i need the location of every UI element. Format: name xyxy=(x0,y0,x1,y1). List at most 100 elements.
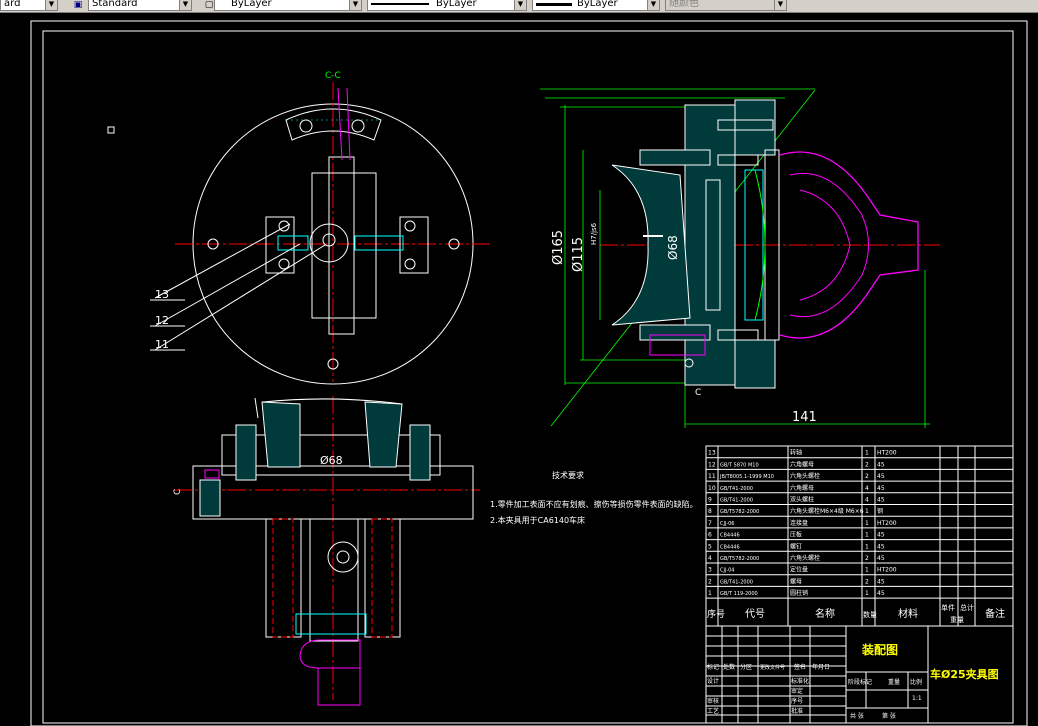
bom-cell-no: 9 xyxy=(708,497,712,504)
bom-header-total: 总计 xyxy=(960,603,974,612)
bom-cell-mat: HT200 xyxy=(877,567,897,574)
dim-165: Ø165 xyxy=(551,230,566,265)
bom-cell-code: GB/T41-2000 xyxy=(720,579,753,585)
bom-header-code: 代号 xyxy=(745,608,765,620)
bom-cell-qty: 1 xyxy=(865,508,869,515)
tb-marks: 标记 xyxy=(707,663,719,671)
tb-stage: 阶段标记 xyxy=(848,678,872,686)
bom-header-unit: 单件 xyxy=(941,603,955,612)
bom-cell-code: CB4446 xyxy=(720,533,740,539)
bom-cell-no: 13 xyxy=(708,450,716,457)
bom-cell-mat: 45 xyxy=(877,485,885,492)
bom-cell-code: GB/T 119-2000 xyxy=(720,591,758,597)
bom-cell-no: 8 xyxy=(708,508,712,515)
bom-cell-name: 压板 xyxy=(790,531,802,539)
drawing-canvas[interactable]: C-C 13 12 11 Ø68 C Ø165 Ø115 H7/js6 Ø68 … xyxy=(0,0,1038,726)
bom-cell-code: CJJ-04 xyxy=(720,568,734,574)
tb-change-doc: 更改文件号 xyxy=(760,664,785,671)
bom-cell-name: 螺钉 xyxy=(790,542,802,550)
tech-title: 技术要求 xyxy=(552,470,584,480)
title-main: 装配图 xyxy=(861,642,898,657)
bom-cell-no: 12 xyxy=(708,461,716,468)
bom-cell-code: GB/T41-2000 xyxy=(720,498,753,504)
bom-cell-no: 1 xyxy=(708,590,712,597)
tb-ratio-value: 1:1 xyxy=(912,695,922,702)
bom-cell-code: CB4446 xyxy=(720,544,740,550)
bom-cell-no: 2 xyxy=(708,578,712,585)
bom-cell-no: 3 xyxy=(708,567,712,574)
bom-cell-code: GB/T41-2000 xyxy=(720,486,753,492)
bom-cell-mat: 45 xyxy=(877,532,885,539)
dim-141: 141 xyxy=(792,410,817,425)
bom-header-name: 名称 xyxy=(815,607,835,620)
bom-cell-qty: 4 xyxy=(865,497,869,504)
tb-check: 审定 xyxy=(791,687,803,695)
tb-date: 年月日 xyxy=(812,663,830,671)
bom-cell-mat: 45 xyxy=(877,578,885,585)
bom-cell-name: 六角头螺栓 xyxy=(790,554,820,562)
bom-header-no: 序号 xyxy=(707,608,725,620)
bom-table: 13 转轴 1 HT20012 GB/T 5870 M10 六角螺母 2 4511 JB/T80… xyxy=(705,445,1014,627)
front-view xyxy=(174,396,480,706)
ucs-marker xyxy=(107,126,115,134)
bom-cell-name: 连接盘 xyxy=(790,519,808,527)
bom-cell-qty: 2 xyxy=(865,555,869,562)
bom-header-qty: 数量 xyxy=(863,610,877,619)
tb-seq: 序号 xyxy=(791,697,803,705)
bom-cell-code: JB/T8005.1-1999 M10 xyxy=(719,474,774,480)
tb-process: 工艺 xyxy=(707,707,719,715)
bom-cell-code: CJJ-06 xyxy=(720,521,734,527)
bom-header-note: 备注 xyxy=(985,607,1005,620)
bom-cell-mat: 45 xyxy=(877,543,885,550)
bom-cell-no: 7 xyxy=(708,520,712,527)
tb-zone: 分区 xyxy=(740,663,752,671)
top-view xyxy=(150,82,490,385)
sheet-border xyxy=(30,20,1028,726)
tb-design: 设计 xyxy=(707,677,719,685)
bom-cell-name: 六角头螺栓 xyxy=(790,472,820,480)
bom-cell-mat: 45 xyxy=(877,473,885,480)
bom-cell-name: 双头螺柱 xyxy=(790,496,814,504)
dim-68-side: Ø68 xyxy=(666,235,680,260)
bom-cell-code: GB/T5782-2000 xyxy=(720,509,759,515)
tb-weight: 重量 xyxy=(888,678,900,686)
bom-cell-name: 六角螺母 xyxy=(790,460,814,468)
bom-cell-name: 转轴 xyxy=(790,449,802,457)
dim-68-front: Ø68 xyxy=(320,454,343,467)
bom-cell-mat: 钢 xyxy=(877,507,883,515)
bom-cell-code: GB/T5782-2000 xyxy=(720,556,759,562)
dim-115-fit: H7/js6 xyxy=(590,222,598,245)
tech-req-2: 2.本夹具用于CA6140车床 xyxy=(490,515,585,525)
bom-cell-name: 圆柱销 xyxy=(790,589,808,597)
tb-standardize: 标准化 xyxy=(791,677,809,685)
part-number-12: 12 xyxy=(155,314,169,327)
c-mark-right: C xyxy=(695,388,701,398)
bom-cell-no: 11 xyxy=(708,473,716,480)
bom-cell-mat: 45 xyxy=(877,555,885,562)
bom-cell-name: 六角螺母 xyxy=(790,484,814,492)
bom-cell-qty: 1 xyxy=(865,590,869,597)
section-view xyxy=(540,88,940,428)
title-drawing-name: 车Ø25夹具图 xyxy=(930,667,999,681)
bom-cell-name: 六角头螺栓M6×4级 M6×6 xyxy=(790,507,864,515)
bom-cell-name: 螺母 xyxy=(790,577,802,585)
frame-border xyxy=(42,30,1014,724)
bom-header-weight: 重量 xyxy=(950,616,964,624)
tb-sheet-total: 共 张 xyxy=(850,712,864,720)
bom-cell-qty: 1 xyxy=(865,543,869,550)
bom-cell-no: 10 xyxy=(708,485,716,492)
bom-cell-qty: 1 xyxy=(865,532,869,539)
bom-cell-no: 5 xyxy=(708,543,712,550)
bom-cell-qty: 1 xyxy=(865,520,869,527)
tb-sign: 签名 xyxy=(794,663,806,671)
tb-count: 处数 xyxy=(723,663,735,671)
bom-cell-code: GB/T 5870 M10 xyxy=(720,462,759,468)
tb-sheet-no: 第 张 xyxy=(882,712,896,720)
bom-cell-qty: 4 xyxy=(865,485,869,492)
bom-cell-qty: 1 xyxy=(865,567,869,574)
bom-cell-qty: 2 xyxy=(865,578,869,585)
part-number-13: 13 xyxy=(155,288,169,301)
bom-cell-mat: 45 xyxy=(877,497,885,504)
bom-cell-mat: HT200 xyxy=(877,450,897,457)
bom-cell-mat: HT200 xyxy=(877,520,897,527)
